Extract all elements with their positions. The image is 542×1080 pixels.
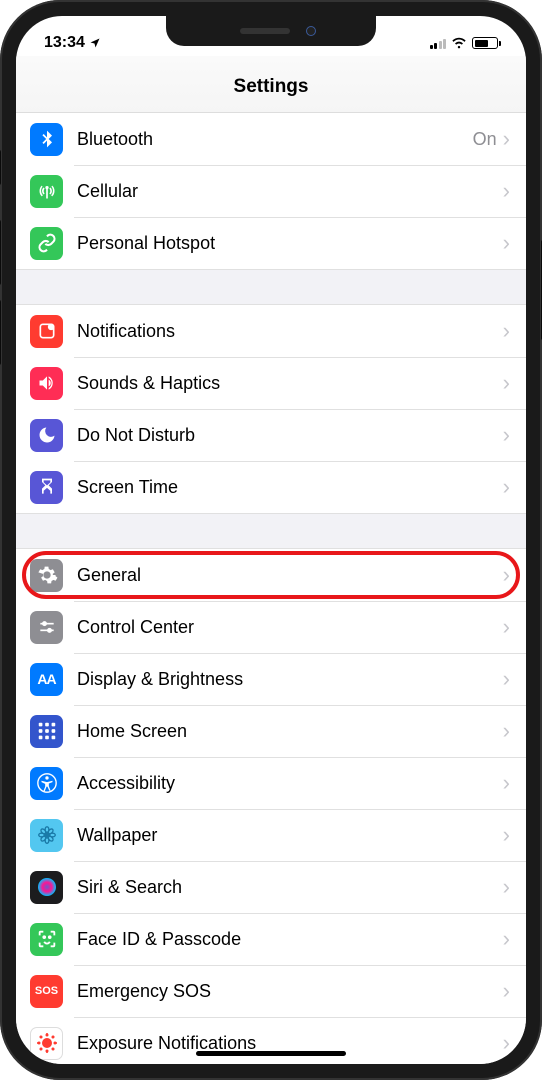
speaker <box>240 28 290 34</box>
settings-row-screentime[interactable]: Screen Time› <box>16 461 526 513</box>
chevron-right-icon: › <box>503 666 510 692</box>
row-label: Notifications <box>77 321 503 342</box>
row-label: Do Not Disturb <box>77 425 503 446</box>
row-label: Cellular <box>77 181 503 202</box>
settings-group: BluetoothOn›Cellular›Personal Hotspot› <box>16 113 526 269</box>
chevron-right-icon: › <box>503 370 510 396</box>
row-label: Bluetooth <box>77 129 473 150</box>
row-label: Wallpaper <box>77 825 503 846</box>
row-label: Home Screen <box>77 721 503 742</box>
grid-icon <box>30 715 63 748</box>
row-label: Siri & Search <box>77 877 503 898</box>
link-icon <box>30 227 63 260</box>
sos-icon: SOS <box>30 975 63 1008</box>
bluetooth-icon <box>30 123 63 156</box>
chevron-right-icon: › <box>503 822 510 848</box>
moon-icon <box>30 419 63 452</box>
gear-icon <box>30 559 63 592</box>
settings-list[interactable]: BluetoothOn›Cellular›Personal Hotspot›No… <box>16 113 526 1064</box>
row-label: Accessibility <box>77 773 503 794</box>
settings-row-general[interactable]: General› <box>16 549 526 601</box>
settings-row-sos[interactable]: SOS Emergency SOS› <box>16 965 526 1017</box>
chevron-right-icon: › <box>503 230 510 256</box>
chevron-right-icon: › <box>503 614 510 640</box>
chevron-right-icon: › <box>503 318 510 344</box>
screen: 13:34 Settings BluetoothOn›Cellular›Pers… <box>16 16 526 1064</box>
settings-row-dnd[interactable]: Do Not Disturb› <box>16 409 526 461</box>
chevron-right-icon: › <box>503 474 510 500</box>
row-label: Emergency SOS <box>77 981 503 1002</box>
section-gap <box>16 269 526 305</box>
phone-frame: 13:34 Settings BluetoothOn›Cellular›Pers… <box>0 0 542 1080</box>
battery-icon <box>472 37 498 49</box>
siri-icon <box>30 871 63 904</box>
chevron-right-icon: › <box>503 126 510 152</box>
settings-row-wallpaper[interactable]: Wallpaper› <box>16 809 526 861</box>
chevron-right-icon: › <box>503 978 510 1004</box>
settings-row-accessibility[interactable]: Accessibility› <box>16 757 526 809</box>
chevron-right-icon: › <box>503 874 510 900</box>
settings-row-exposure[interactable]: Exposure Notifications› <box>16 1017 526 1064</box>
settings-row-faceid[interactable]: Face ID & Passcode› <box>16 913 526 965</box>
chevron-right-icon: › <box>503 562 510 588</box>
row-label: Face ID & Passcode <box>77 929 503 950</box>
accessibility-icon <box>30 767 63 800</box>
settings-row-cellular[interactable]: Cellular› <box>16 165 526 217</box>
row-label: Personal Hotspot <box>77 233 503 254</box>
settings-row-sounds[interactable]: Sounds & Haptics› <box>16 357 526 409</box>
chevron-right-icon: › <box>503 770 510 796</box>
row-label: Sounds & Haptics <box>77 373 503 394</box>
row-value: On <box>473 129 497 150</box>
wifi-icon <box>451 35 467 51</box>
chevron-right-icon: › <box>503 1030 510 1056</box>
status-time: 13:34 <box>44 34 85 52</box>
settings-row-controlcenter[interactable]: Control Center› <box>16 601 526 653</box>
notch <box>166 16 376 46</box>
chevron-right-icon: › <box>503 422 510 448</box>
page-title: Settings <box>16 76 526 98</box>
nav-header: Settings <box>16 56 526 113</box>
flower-icon <box>30 819 63 852</box>
settings-row-hotspot[interactable]: Personal Hotspot› <box>16 217 526 269</box>
settings-group: General›Control Center›AADisplay & Brigh… <box>16 549 526 1064</box>
speaker-icon <box>30 367 63 400</box>
chevron-right-icon: › <box>503 718 510 744</box>
settings-row-homescreen[interactable]: Home Screen› <box>16 705 526 757</box>
chevron-right-icon: › <box>503 926 510 952</box>
location-icon <box>89 37 101 49</box>
hourglass-icon <box>30 471 63 504</box>
volume-down-button <box>0 300 1 365</box>
covid-icon <box>30 1027 63 1060</box>
home-indicator[interactable] <box>196 1051 346 1056</box>
notification-icon <box>30 315 63 348</box>
chevron-right-icon: › <box>503 178 510 204</box>
volume-up-button <box>0 220 1 285</box>
signal-icon <box>430 37 447 49</box>
section-gap <box>16 513 526 549</box>
mute-switch <box>0 150 1 185</box>
antenna-icon <box>30 175 63 208</box>
row-label: Display & Brightness <box>77 669 503 690</box>
textsize-icon: AA <box>30 663 63 696</box>
row-label: Control Center <box>77 617 503 638</box>
sliders-icon <box>30 611 63 644</box>
front-camera <box>306 26 316 36</box>
row-label: General <box>77 565 503 586</box>
settings-row-notifications[interactable]: Notifications› <box>16 305 526 357</box>
row-label: Screen Time <box>77 477 503 498</box>
settings-row-siri[interactable]: Siri & Search› <box>16 861 526 913</box>
settings-row-bluetooth[interactable]: BluetoothOn › <box>16 113 526 165</box>
faceid-icon <box>30 923 63 956</box>
settings-row-display[interactable]: AA Display & Brightness› <box>16 653 526 705</box>
settings-group: Notifications›Sounds & Haptics›Do Not Di… <box>16 305 526 513</box>
